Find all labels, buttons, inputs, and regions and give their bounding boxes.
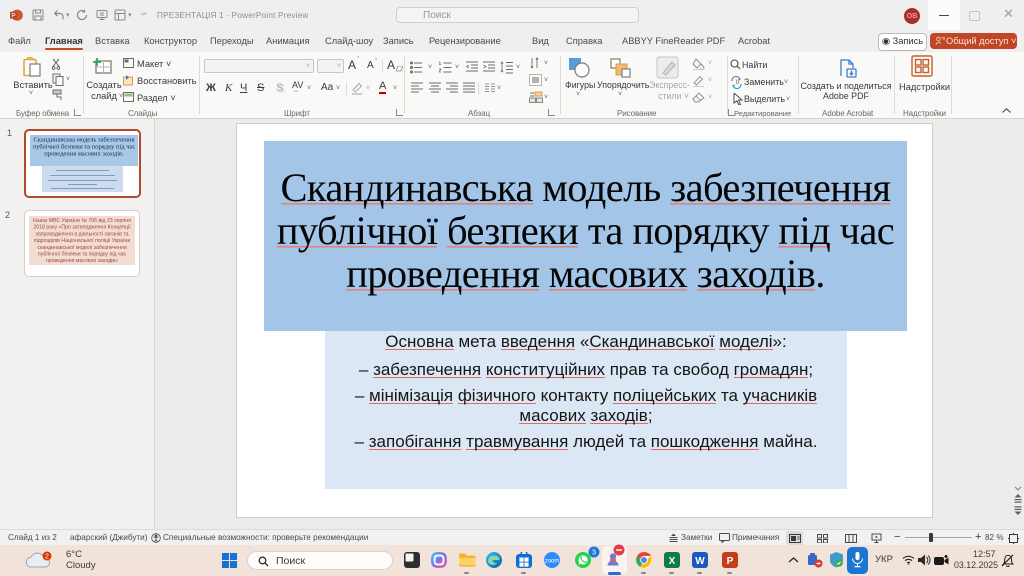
svg-text:W: W (695, 556, 705, 567)
svg-text:P: P (11, 13, 15, 20)
svg-text:b: b (736, 80, 740, 86)
svg-text:2: 2 (45, 554, 49, 561)
svg-text:zoom: zoom (545, 559, 560, 565)
svg-text:3: 3 (592, 548, 596, 557)
svg-text:X: X (669, 556, 676, 567)
svg-text:P: P (727, 556, 734, 567)
